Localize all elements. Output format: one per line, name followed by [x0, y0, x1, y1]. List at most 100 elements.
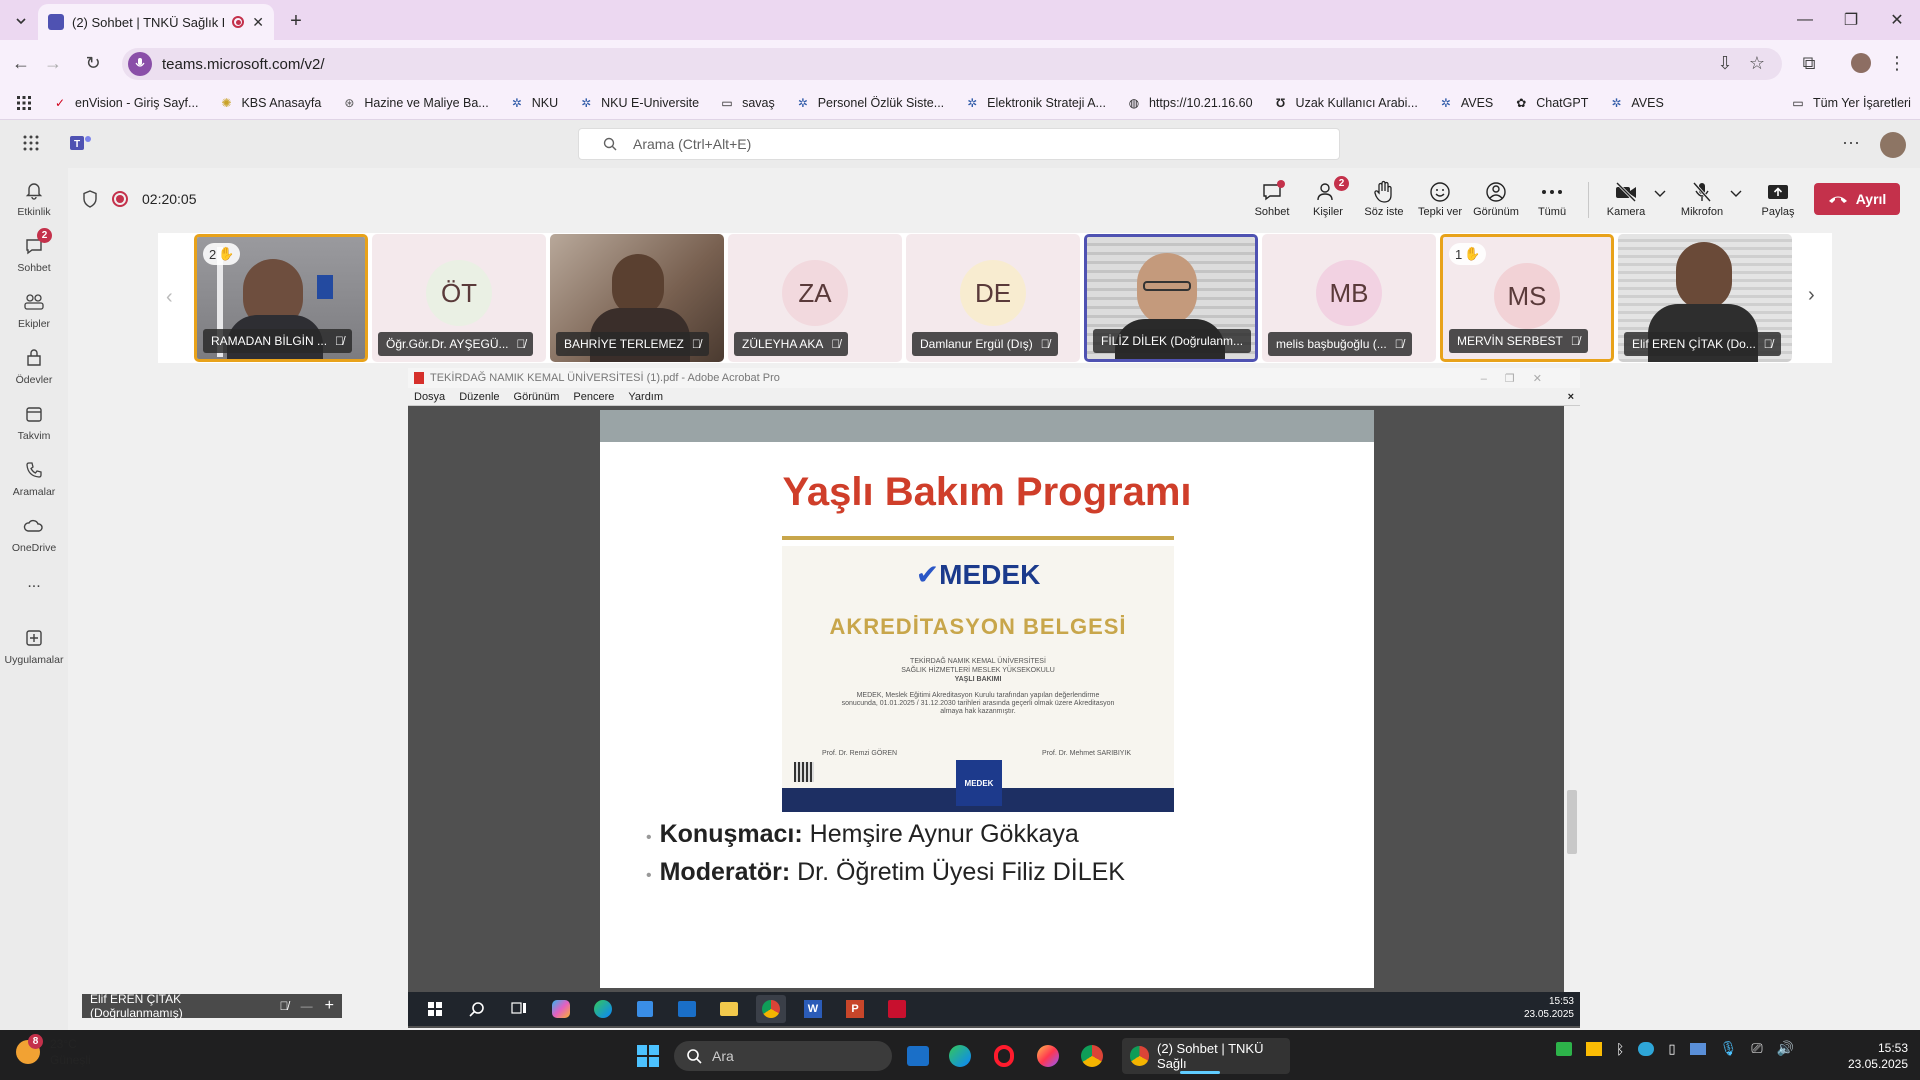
all-bookmarks-button[interactable]: ▭ Tüm Yer İşaretleri: [1780, 89, 1920, 117]
display-icon[interactable]: [1689, 1042, 1706, 1055]
tab-title: (2) Sohbet | TNKÜ Sağlık Hi...: [72, 14, 224, 30]
taskbar-search-input[interactable]: Ara: [674, 1041, 892, 1071]
rail-item-calls[interactable]: Aramalar: [0, 456, 68, 498]
participant-tile[interactable]: DE Damlanur Ergül (Dış) 🎙̸: [906, 234, 1080, 362]
strip-next-chevron-icon[interactable]: ›: [1808, 284, 1815, 307]
chrome-taskbar-icon[interactable]: [1074, 1040, 1110, 1072]
active-taskbar-app-chrome[interactable]: (2) Sohbet | TNKÜ Sağlı: [1122, 1038, 1290, 1074]
bookmark-envision[interactable]: ✓ enVision - Giriş Sayf...: [42, 89, 208, 117]
mic-options-chevron-icon[interactable]: [1730, 190, 1742, 198]
camera-options-chevron-icon[interactable]: [1654, 190, 1666, 198]
microphone-button[interactable]: Mikrofon: [1674, 178, 1730, 218]
more-actions-button[interactable]: Tümü: [1524, 178, 1580, 218]
extensions-icon[interactable]: ⧉: [1794, 48, 1824, 78]
pdf-scrollbar[interactable]: [1564, 406, 1580, 992]
forward-button[interactable]: →: [38, 48, 68, 78]
profile-avatar[interactable]: [1846, 48, 1876, 78]
browser-menu-icon[interactable]: ⋮: [1882, 48, 1912, 78]
people-button[interactable]: 2 Kişiler: [1300, 176, 1356, 218]
microphone-site-icon[interactable]: [128, 52, 152, 76]
participant-tile[interactable]: FİLİZ DİLEK (Doğrulanm...: [1084, 234, 1258, 362]
participant-tile[interactable]: ÖT Öğr.Gör.Dr. AYŞEGÜ... 🎙̸: [372, 234, 546, 362]
close-tab-icon[interactable]: ✕: [252, 14, 264, 31]
self-view-bar[interactable]: Elif EREN ÇİTAK (Doğrulanmamış) 🎙̸ — +: [82, 992, 342, 1020]
outlook-taskbar-icon[interactable]: [900, 1040, 936, 1072]
bookmark-nku-euniversite[interactable]: ✲ NKU E-Universite: [568, 89, 709, 117]
bookmark-nku[interactable]: ✲ NKU: [499, 89, 568, 117]
user-avatar[interactable]: [1880, 132, 1906, 158]
search-input[interactable]: Arama (Ctrl+Alt+E): [578, 128, 1340, 160]
bookmark-personel[interactable]: ✲ Personel Özlük Siste...: [785, 89, 954, 117]
view-button[interactable]: Görünüm: [1468, 178, 1524, 218]
menu-item-file[interactable]: Dosya: [414, 391, 445, 403]
rail-item-apps[interactable]: Uygulamalar: [0, 624, 68, 666]
rail-item-activity[interactable]: Etkinlik: [0, 176, 68, 218]
address-bar[interactable]: teams.microsoft.com/v2/: [122, 48, 1782, 80]
expand-self-view-icon[interactable]: +: [325, 997, 334, 1015]
system-clock[interactable]: 15:53 23.05.2025: [1836, 1040, 1908, 1072]
rail-item-onedrive[interactable]: OneDrive: [0, 512, 68, 554]
reload-button[interactable]: ↻: [78, 48, 108, 78]
close-window-button[interactable]: ✕: [1874, 0, 1920, 40]
bluetooth-icon[interactable]: ᛒ: [1616, 1041, 1624, 1057]
close-document-icon[interactable]: ×: [1568, 391, 1574, 403]
react-button[interactable]: Tepki ver: [1412, 178, 1468, 218]
participant-tile[interactable]: MB melis başbuğoğlu (... 🎙̸: [1262, 234, 1436, 362]
participant-tile[interactable]: 2 ✋ RAMADAN BİLGİN ... 🎙̸: [194, 234, 368, 362]
bookmark-folder-savas[interactable]: ▭ savaş: [709, 89, 785, 117]
rail-item-assignments[interactable]: Ödevler: [0, 344, 68, 386]
rail-more-button[interactable]: ...: [0, 574, 68, 592]
drive-icon[interactable]: [1586, 1041, 1602, 1056]
restore-button[interactable]: ❐: [1828, 0, 1874, 40]
participant-tile[interactable]: BAHRİYE TERLEMEZ 🎙̸: [550, 234, 724, 362]
microphone-icon[interactable]: 🎙: [1720, 1040, 1738, 1057]
browser-tab-teams[interactable]: (2) Sohbet | TNKÜ Sağlık Hi... ✕: [38, 4, 274, 40]
rail-item-chat[interactable]: 2 Sohbet: [0, 228, 68, 274]
edge-taskbar-icon[interactable]: [942, 1040, 978, 1072]
rail-item-calendar[interactable]: Takvim: [0, 400, 68, 442]
vpn-icon[interactable]: [1638, 1041, 1655, 1056]
bookmark-kbs[interactable]: ✺ KBS Anasayfa: [208, 89, 331, 117]
back-button[interactable]: ←: [6, 48, 36, 78]
apps-grid-icon[interactable]: [16, 89, 42, 117]
firefox-taskbar-icon[interactable]: [1030, 1040, 1066, 1072]
share-button[interactable]: Paylaş: [1750, 178, 1806, 218]
bookmark-chatgpt[interactable]: ✿ ChatGPT: [1503, 89, 1598, 117]
participant-tile[interactable]: MS 1 ✋ MERVİN SERBEST 🎙̸: [1440, 234, 1614, 362]
participant-tile[interactable]: Elif EREN ÇİTAK (Do... 🎙̸: [1618, 234, 1792, 362]
minimize-self-view-icon[interactable]: —: [301, 999, 313, 1013]
menu-item-edit[interactable]: Düzenle: [459, 391, 499, 403]
scrollbar-thumb[interactable]: [1567, 790, 1577, 854]
app-launcher-icon[interactable]: [22, 134, 40, 152]
network-icon[interactable]: ⎚: [1751, 1040, 1762, 1057]
camera-button[interactable]: Kamera: [1598, 178, 1654, 218]
windows-start-button[interactable]: [630, 1040, 666, 1072]
bookmark-aves-1[interactable]: ✲ AVES: [1428, 89, 1503, 117]
strip-prev-chevron-icon[interactable]: ‹: [166, 286, 173, 309]
bookmark-star-icon[interactable]: ☆: [1742, 48, 1772, 78]
tab-search-button[interactable]: [8, 8, 34, 34]
rail-item-teams[interactable]: Ekipler: [0, 288, 68, 330]
menu-item-view[interactable]: Görünüm: [514, 391, 560, 403]
minimize-button[interactable]: —: [1782, 0, 1828, 40]
usb-icon[interactable]: ▯: [1668, 1041, 1675, 1057]
bookmark-uzak[interactable]: Ʊ Uzak Kullanıcı Arabi...: [1263, 89, 1428, 117]
bookmark-ip[interactable]: ◍ https://10.21.16.60: [1116, 89, 1263, 117]
bookmark-aves-2[interactable]: ✲ AVES: [1598, 89, 1673, 117]
menu-item-window[interactable]: Pencere: [573, 391, 614, 403]
leave-button[interactable]: Ayrıl: [1814, 183, 1900, 215]
participant-tile[interactable]: ZA ZÜLEYHA AKA 🎙̸: [728, 234, 902, 362]
volume-icon[interactable]: 🔊: [1777, 1040, 1794, 1057]
bookmark-hazine[interactable]: ⊛ Hazine ve Maliye Ba...: [331, 89, 498, 117]
raise-hand-button[interactable]: Söz iste: [1356, 178, 1412, 218]
new-tab-button[interactable]: +: [282, 8, 310, 34]
install-app-icon[interactable]: ⇩: [1710, 48, 1740, 78]
accreditation-certificate-image: ✔MEDEK AKREDİTASYON BELGESİ TEKİRDAĞ NAM…: [782, 546, 1174, 812]
bookmark-elektronik[interactable]: ✲ Elektronik Strateji A...: [954, 89, 1116, 117]
opera-taskbar-icon[interactable]: [986, 1040, 1022, 1072]
tray-app-icon[interactable]: [1556, 1041, 1572, 1056]
weather-widget[interactable]: 8 23°C Güneşli: [16, 1034, 91, 1068]
menu-item-help[interactable]: Yardım: [628, 391, 663, 403]
chat-button[interactable]: Sohbet: [1244, 178, 1300, 218]
settings-more-icon[interactable]: ···: [1842, 132, 1860, 153]
